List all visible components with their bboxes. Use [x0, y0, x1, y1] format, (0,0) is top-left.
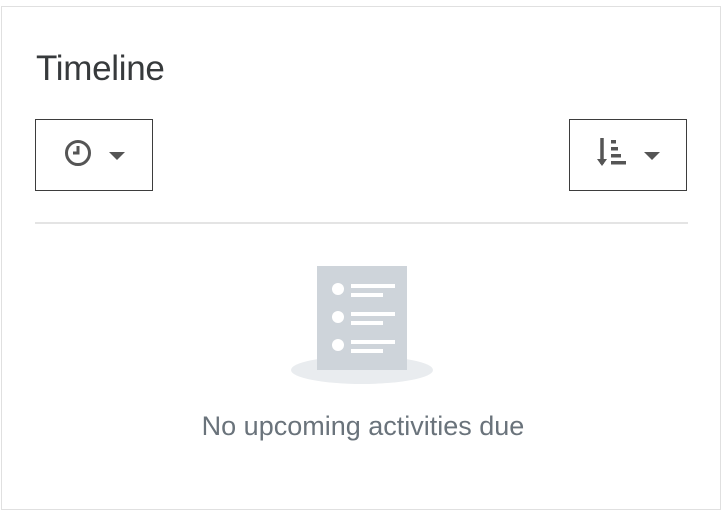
timeline-block: Timeline No upcoming activities due — [1, 6, 721, 510]
clock-icon — [63, 138, 93, 173]
divider — [35, 222, 688, 224]
chevron-down-icon — [644, 152, 660, 160]
filter-dropdown-button[interactable] — [35, 119, 153, 191]
chevron-down-icon — [109, 152, 125, 160]
sort-dropdown-button[interactable] — [569, 119, 687, 191]
block-title: Timeline — [36, 49, 165, 88]
empty-list-icon — [291, 266, 433, 390]
empty-state-message: No upcoming activities due — [201, 411, 525, 441]
sort-icon — [596, 136, 628, 175]
